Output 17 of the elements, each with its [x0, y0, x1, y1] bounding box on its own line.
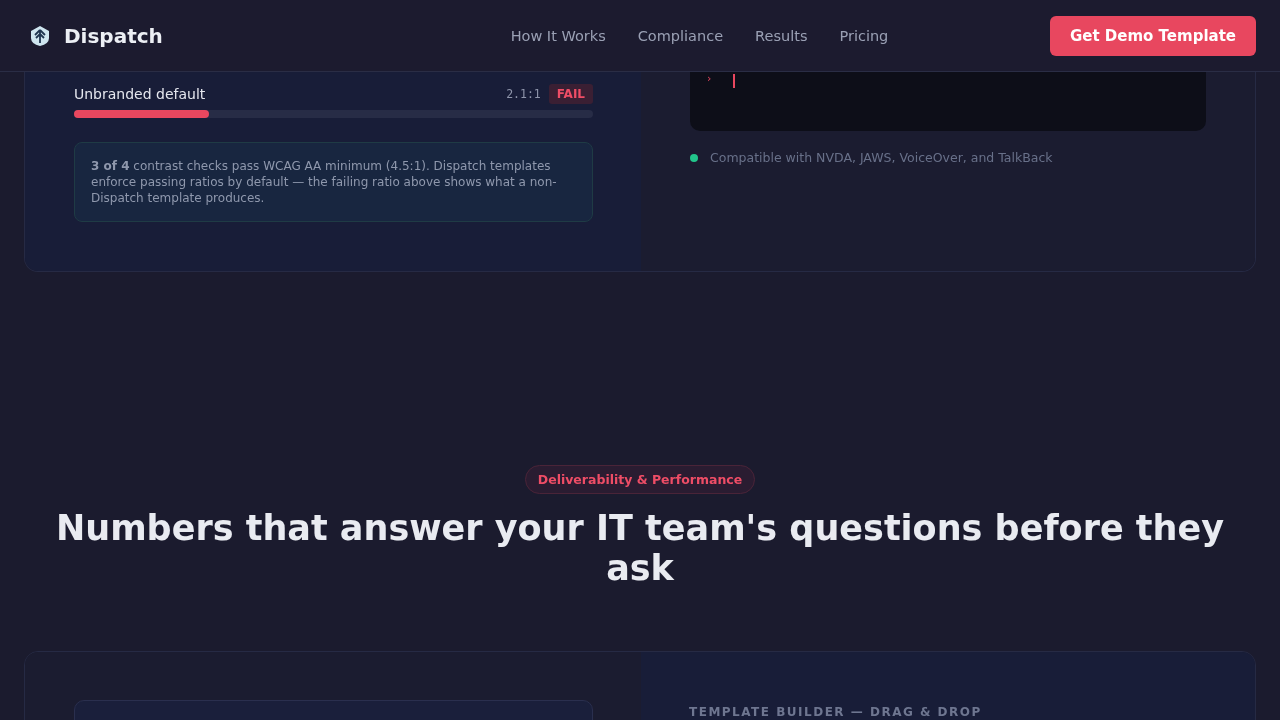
section-heading: Numbers that answer your IT team's questions before they ask — [54, 508, 1226, 588]
builder-label: TEMPLATE BUILDER — DRAG & DROP — [689, 705, 982, 719]
nav-link[interactable]: How It Works — [510, 27, 606, 44]
terminal-prompt: › — [707, 72, 712, 85]
text-cursor — [733, 74, 736, 88]
section-pill: Deliverability & Performance — [524, 465, 756, 494]
result-badge: FAIL — [548, 84, 593, 104]
check-label: Unbranded default — [74, 86, 206, 102]
nav-link[interactable]: Pricing — [839, 27, 889, 44]
brand-name: Dispatch — [64, 23, 163, 48]
logo-icon — [29, 24, 51, 47]
nav-link[interactable]: Compliance — [637, 27, 724, 44]
nav-link[interactable]: Results — [755, 27, 808, 44]
summary-note: 3 of 4 contrast checks pass WCAG AA minimum (4.5:1). Dispatch templates enforce passing ratios by default — the failing ratio above shows what a non-Dispatch template produces. — [74, 142, 593, 222]
contrast-ratio: 2.1:1 — [506, 87, 541, 101]
compatibility-note: Compatible with NVDA, JAWS, VoiceOver, and TalkBack — [710, 150, 1053, 165]
demo-button[interactable]: Get Demo Template — [1049, 15, 1256, 56]
